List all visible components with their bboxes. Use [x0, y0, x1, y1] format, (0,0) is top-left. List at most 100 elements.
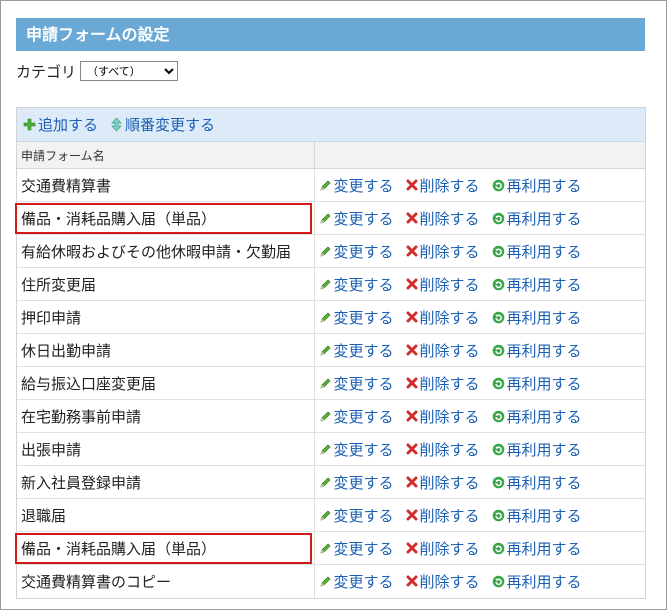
- delete-x-icon: [406, 245, 418, 257]
- row-actions: 変更する 削除する 再利用する: [314, 399, 645, 433]
- reuse-button[interactable]: 再利用する: [492, 439, 582, 460]
- form-name: 出張申請: [17, 432, 315, 466]
- delete-label: 削除する: [419, 506, 480, 525]
- delete-button[interactable]: 削除する: [406, 241, 480, 262]
- edit-button[interactable]: 変更する: [319, 406, 394, 427]
- edit-label: 変更する: [333, 539, 394, 558]
- reuse-label: 再利用する: [506, 209, 582, 228]
- column-header-actions: [314, 142, 645, 169]
- row-actions: 変更する 削除する 再利用する: [314, 201, 645, 235]
- table-row: 備品・消耗品購入届（単品） 変更する 削除する 再利用する: [15, 531, 645, 565]
- delete-x-icon: [406, 344, 418, 356]
- form-name: 備品・消耗品購入届（単品）: [15, 201, 315, 235]
- reuse-button[interactable]: 再利用する: [492, 538, 582, 559]
- pencil-icon: [319, 278, 332, 291]
- delete-label: 削除する: [419, 209, 480, 228]
- delete-label: 削除する: [419, 341, 480, 360]
- delete-button[interactable]: 削除する: [406, 439, 480, 460]
- table-header-row: 申請フォーム名: [17, 142, 645, 169]
- edit-button[interactable]: 変更する: [319, 175, 394, 196]
- form-name: 交通費精算書: [17, 168, 315, 202]
- delete-button[interactable]: 削除する: [406, 307, 480, 328]
- row-actions: 変更する 削除する 再利用する: [314, 565, 645, 598]
- reuse-icon: [492, 245, 505, 258]
- reuse-button[interactable]: 再利用する: [492, 274, 582, 295]
- reuse-icon: [492, 278, 505, 291]
- table-row: 住所変更届 変更する 削除する 再利用する: [17, 267, 645, 301]
- delete-button[interactable]: 削除する: [406, 175, 480, 196]
- delete-button[interactable]: 削除する: [406, 571, 480, 592]
- edit-button[interactable]: 変更する: [319, 208, 394, 229]
- category-select[interactable]: （すべて）: [80, 61, 179, 81]
- reuse-label: 再利用する: [506, 572, 582, 591]
- delete-button[interactable]: 削除する: [406, 340, 480, 361]
- reuse-button[interactable]: 再利用する: [492, 340, 582, 361]
- table-row: 出張申請 変更する 削除する 再利用する: [17, 432, 645, 466]
- reuse-button[interactable]: 再利用する: [492, 373, 582, 394]
- delete-button[interactable]: 削除する: [406, 505, 480, 526]
- edit-button[interactable]: 変更する: [319, 538, 394, 559]
- reuse-icon: [492, 377, 505, 390]
- delete-label: 削除する: [419, 539, 480, 558]
- reuse-label: 再利用する: [506, 539, 582, 558]
- delete-label: 削除する: [419, 440, 480, 459]
- delete-label: 削除する: [419, 242, 480, 261]
- delete-button[interactable]: 削除する: [406, 472, 480, 493]
- reorder-button[interactable]: 順番変更する: [110, 114, 215, 135]
- reuse-button[interactable]: 再利用する: [492, 307, 582, 328]
- delete-x-icon: [406, 476, 418, 488]
- reuse-icon: [492, 410, 505, 423]
- reuse-icon: [492, 542, 505, 555]
- category-filter: カテゴリ （すべて）: [16, 60, 179, 82]
- edit-button[interactable]: 変更する: [319, 340, 394, 361]
- reuse-icon: [492, 443, 505, 456]
- reuse-button[interactable]: 再利用する: [492, 571, 582, 592]
- delete-button[interactable]: 削除する: [406, 373, 480, 394]
- delete-button[interactable]: 削除する: [406, 406, 480, 427]
- reuse-label: 再利用する: [506, 473, 582, 492]
- edit-label: 変更する: [333, 572, 394, 591]
- reuse-button[interactable]: 再利用する: [492, 241, 582, 262]
- reuse-label: 再利用する: [506, 275, 582, 294]
- row-actions: 変更する 削除する 再利用する: [314, 366, 645, 400]
- pencil-icon: [319, 212, 332, 225]
- category-label: カテゴリ: [16, 62, 77, 81]
- edit-button[interactable]: 変更する: [319, 505, 394, 526]
- edit-button[interactable]: 変更する: [319, 307, 394, 328]
- delete-button[interactable]: 削除する: [406, 208, 480, 229]
- reuse-icon: [492, 476, 505, 489]
- reuse-button[interactable]: 再利用する: [492, 175, 582, 196]
- table-row: 給与振込口座変更届 変更する 削除する 再利用する: [17, 366, 645, 400]
- row-actions: 変更する 削除する 再利用する: [314, 531, 645, 565]
- edit-button[interactable]: 変更する: [319, 274, 394, 295]
- delete-label: 削除する: [419, 275, 480, 294]
- pencil-icon: [319, 344, 332, 357]
- reuse-button[interactable]: 再利用する: [492, 505, 582, 526]
- reuse-button[interactable]: 再利用する: [492, 472, 582, 493]
- edit-button[interactable]: 変更する: [319, 472, 394, 493]
- edit-button[interactable]: 変更する: [319, 373, 394, 394]
- edit-label: 変更する: [333, 407, 394, 426]
- row-actions: 変更する 削除する 再利用する: [314, 498, 645, 532]
- table-row: 交通費精算書 変更する 削除する 再利用する: [17, 168, 645, 202]
- edit-button[interactable]: 変更する: [319, 439, 394, 460]
- row-actions: 変更する 削除する 再利用する: [314, 300, 645, 334]
- reuse-button[interactable]: 再利用する: [492, 406, 582, 427]
- edit-label: 変更する: [333, 275, 394, 294]
- delete-label: 削除する: [419, 374, 480, 393]
- add-button[interactable]: 追加する: [23, 114, 98, 135]
- delete-button[interactable]: 削除する: [406, 274, 480, 295]
- table-row: 有給休暇およびその他休暇申請・欠勤届 変更する 削除する 再利用する: [17, 234, 645, 268]
- row-actions: 変更する 削除する 再利用する: [314, 267, 645, 301]
- form-name: 押印申請: [17, 300, 315, 334]
- column-header-name: 申請フォーム名: [17, 142, 315, 169]
- delete-x-icon: [406, 410, 418, 422]
- delete-button[interactable]: 削除する: [406, 538, 480, 559]
- reuse-label: 再利用する: [506, 506, 582, 525]
- edit-button[interactable]: 変更する: [319, 571, 394, 592]
- reuse-label: 再利用する: [506, 374, 582, 393]
- reuse-button[interactable]: 再利用する: [492, 208, 582, 229]
- table-row: 退職届 変更する 削除する 再利用する: [17, 498, 645, 532]
- edit-button[interactable]: 変更する: [319, 241, 394, 262]
- delete-label: 削除する: [419, 176, 480, 195]
